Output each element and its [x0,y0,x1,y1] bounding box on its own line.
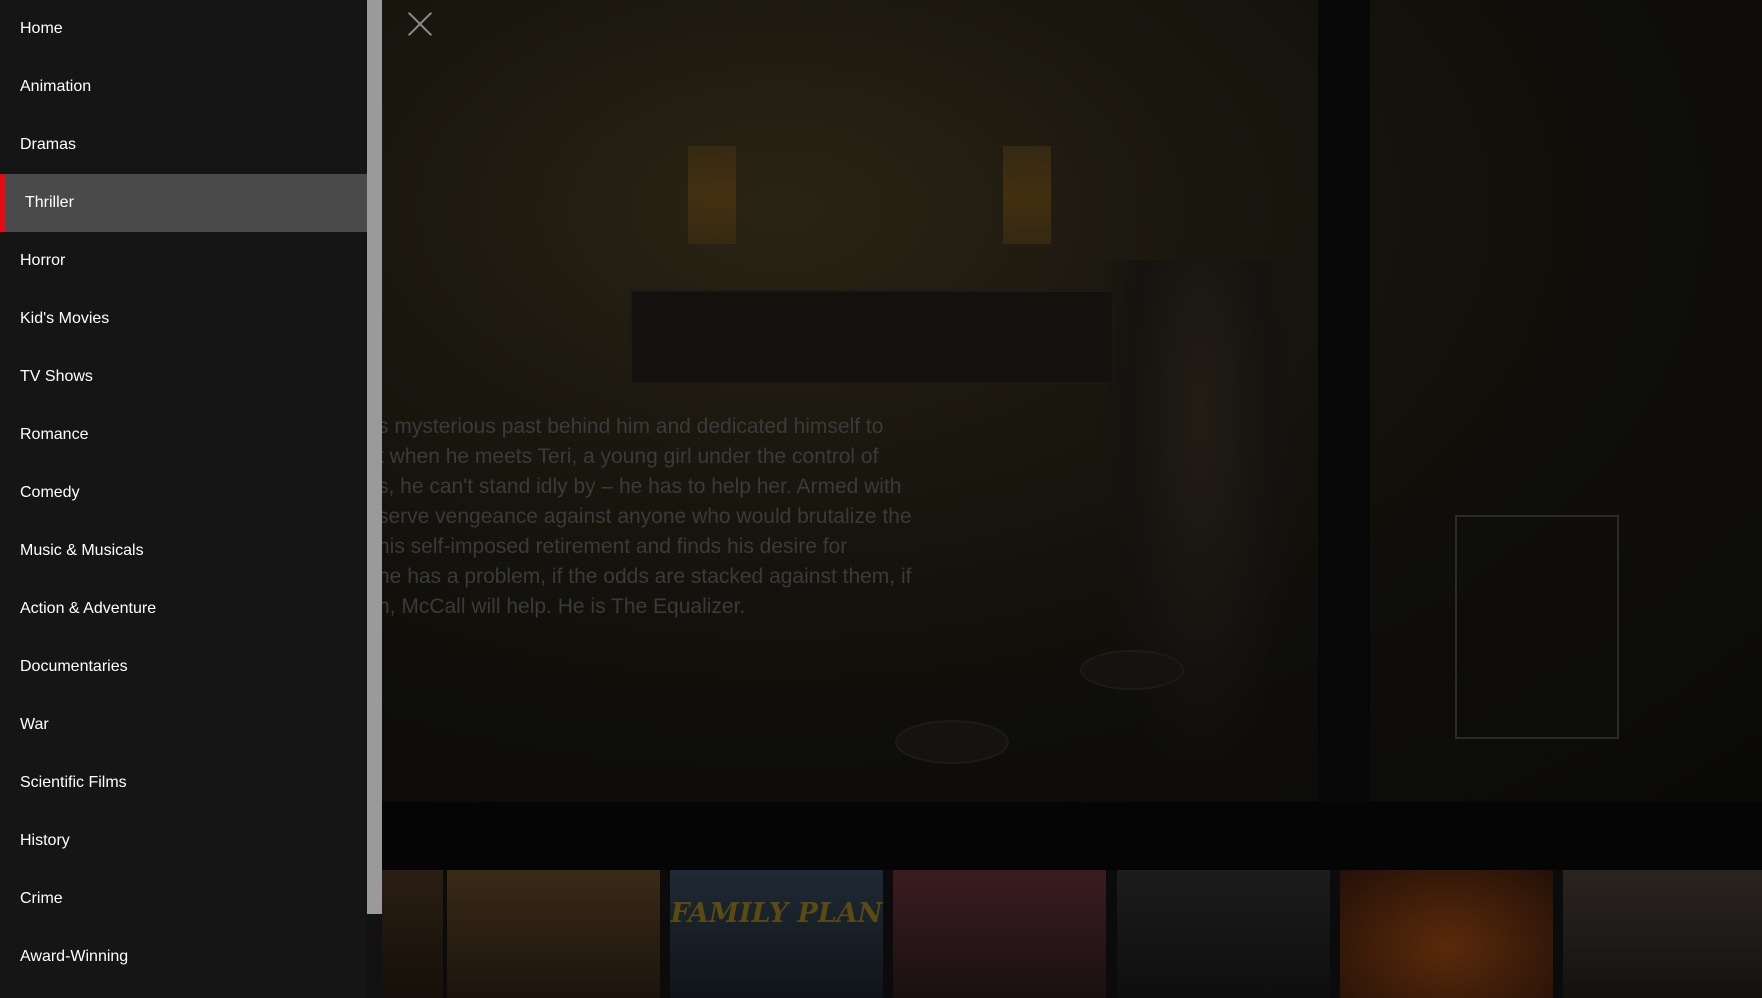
backdrop-lamp [688,146,736,244]
movie-poster[interactable] [1117,870,1330,998]
backdrop-stool [895,720,1009,764]
backdrop-rack [1455,515,1619,739]
close-menu-button[interactable] [404,8,436,40]
sidebar-item-kids-movies[interactable]: Kid's Movies [0,290,367,348]
backdrop-stool [1080,650,1184,690]
sidebar-item-horror[interactable]: Horror [0,232,367,290]
backdrop-pillar [1318,0,1370,802]
sidebar-item-crime[interactable]: Crime [0,870,367,928]
movie-poster[interactable] [1340,870,1553,998]
sidebar-item-dramas[interactable]: Dramas [0,116,367,174]
movie-poster[interactable] [1563,870,1762,998]
sidebar-item-award-winning[interactable]: Award-Winning [0,928,367,986]
movie-poster[interactable] [893,870,1106,998]
sidebar-item-documentaries[interactable]: Documentaries [0,638,367,696]
sidebar-item-tv-shows[interactable]: TV Shows [0,348,367,406]
backdrop-counter [630,290,1114,384]
sidebar-item-animation[interactable]: Animation [0,58,367,116]
sidebar-scrollbar-thumb[interactable] [367,0,382,914]
poster-title: FAMILY PLAN [670,898,883,929]
sidebar-item-comedy[interactable]: Comedy [0,464,367,522]
sidebar-item-action-adventure[interactable]: Action & Adventure [0,580,367,638]
sidebar-item-history[interactable]: History [0,812,367,870]
sidebar-item-home[interactable]: Home [0,0,367,58]
sidebar-item-war[interactable]: War [0,696,367,754]
movie-poster[interactable] [447,870,660,998]
movie-poster[interactable]: FAMILY PLAN [670,870,883,998]
sidebar-item-music-musicals[interactable]: Music & Musicals [0,522,367,580]
backdrop-lamp [1003,146,1051,244]
sidebar-item-scientific-films[interactable]: Scientific Films [0,754,367,812]
sidebar-item-romance[interactable]: Romance [0,406,367,464]
genre-sidebar: Home Animation Dramas Thriller Horror Ki… [0,0,367,998]
sidebar-item-thriller[interactable]: Thriller [0,174,367,232]
